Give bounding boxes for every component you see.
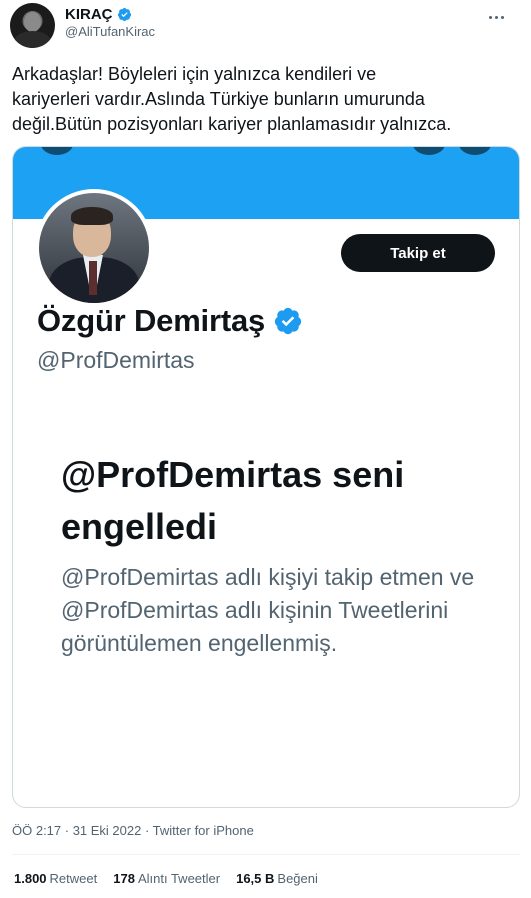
retweets-stat[interactable]: 1.800 Retweet	[14, 871, 97, 886]
embedded-image-card[interactable]: Takip et Özgür Demirtaş @ProfDemirtas @P…	[12, 146, 520, 808]
tweet-timestamp[interactable]: ÖÖ 2:17 · 31 Eki 2022 · Twitter for iPho…	[12, 823, 254, 838]
retweets-label: Retweet	[49, 871, 98, 886]
retweets-count: 1.800	[14, 871, 47, 886]
likes-stat[interactable]: 16,5 B Beğeni	[236, 871, 318, 886]
profile-handle: @ProfDemirtas	[37, 347, 195, 373]
profile-name: Özgür Demirtaş	[37, 303, 266, 338]
likes-count: 16,5 B	[236, 871, 275, 886]
verified-badge-icon	[274, 307, 302, 335]
quotes-count: 178	[113, 871, 135, 886]
more-options-icon[interactable]	[482, 8, 510, 26]
author-handle[interactable]: @AliTufanKirac	[65, 24, 155, 39]
verified-badge-icon	[117, 7, 131, 22]
author-name-row[interactable]: KIRAÇ	[65, 6, 132, 23]
blocked-description: @ProfDemirtas adlı kişiyi takip etmen ve…	[61, 564, 475, 656]
author-name[interactable]: KIRAÇ	[65, 6, 113, 23]
blocked-title: @ProfDemirtas seni engelledi	[61, 454, 405, 547]
tweet-text: Arkadaşlar! Böyleleri için yalnızca kend…	[12, 64, 452, 134]
profile-avatar	[35, 189, 153, 307]
divider	[12, 854, 520, 855]
likes-label: Beğeni	[277, 871, 318, 886]
quote-tweets-stat[interactable]: 178 Alıntı Tweetler	[113, 871, 220, 886]
author-avatar[interactable]	[10, 3, 55, 48]
engagement-stats: 1.800 Retweet 178 Alıntı Tweetler 16,5 B Be…	[14, 871, 318, 886]
profile-name-row: Özgür Demirtaş	[37, 303, 303, 339]
follow-button[interactable]: Takip et	[341, 234, 495, 272]
quotes-label: Alıntı Tweetler	[137, 871, 221, 886]
